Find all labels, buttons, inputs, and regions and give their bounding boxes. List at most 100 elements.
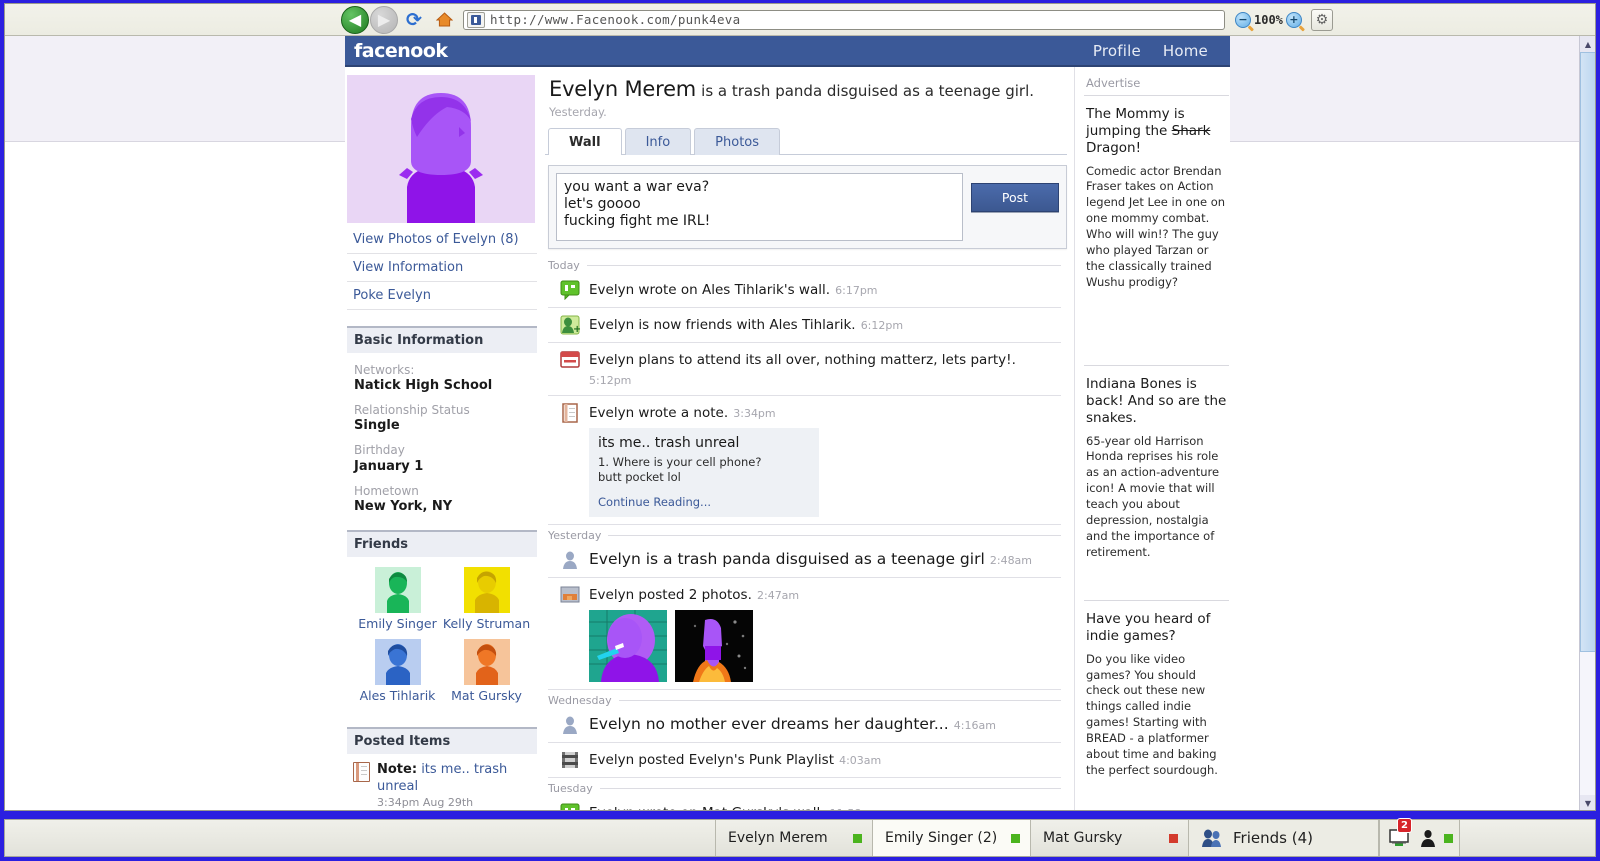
feed-story-body: Evelyn is now friends with Ales Tihlarik…	[589, 314, 1059, 334]
nav-link-profile[interactable]: Profile	[1093, 42, 1141, 60]
link-poke-evelyn[interactable]: Poke Evelyn	[347, 282, 537, 310]
notification-badge: 2	[1397, 818, 1412, 833]
ad-slot-2[interactable]: Indiana Bones is back! And so are the sn…	[1084, 366, 1229, 601]
avatar	[374, 566, 421, 613]
scroll-up-button[interactable]: ▲	[1580, 36, 1595, 52]
basic-information-box: Basic Information Networks: Natick High …	[347, 326, 537, 514]
reload-button[interactable]: ⟳	[401, 7, 427, 33]
note-icon	[560, 403, 580, 423]
tab-photos[interactable]: Photos	[694, 128, 781, 155]
feed-story[interactable]: Evelyn is a trash panda disguised as a t…	[548, 543, 1061, 578]
status-dot-icon	[1169, 833, 1178, 843]
tab-info[interactable]: Info	[624, 128, 692, 155]
story-link[interactable]: Mat Gursky	[702, 805, 778, 810]
friends-group-icon	[1202, 829, 1221, 847]
photo-thumbnail[interactable]	[675, 609, 753, 682]
story-link[interactable]: Evelyn's Punk Playlist	[689, 752, 834, 768]
taskbar-window-mat-gursky[interactable]: Mat Gursky	[1031, 820, 1189, 856]
advertise-label[interactable]: Advertise	[1084, 73, 1229, 96]
profile-status-line: Evelyn Merem is a trash panda disguised …	[545, 73, 1067, 127]
story-link[interactable]: its all over, nothing matterz, lets part…	[745, 352, 1011, 368]
taskbar-window-label: Mat Gursky	[1043, 830, 1123, 846]
profile-tabs: Wall Info Photos	[545, 127, 1067, 155]
back-arrow-icon: ◀	[348, 10, 362, 29]
feed-story-body: Evelyn wrote on Mat Gursky's wall. 11:58…	[589, 802, 1059, 810]
back-button[interactable]: ◀	[341, 5, 369, 34]
taskbar-friends-button[interactable]: Friends (4)	[1189, 820, 1379, 856]
taskbar-window-emily-singer[interactable]: Emily Singer (2)	[873, 820, 1031, 856]
story-text-post: 's wall.	[783, 282, 831, 298]
tab-wall[interactable]: Wall	[548, 128, 622, 155]
feed-note-story[interactable]: Evelyn wrote a note. 3:34pm its me.. tra…	[548, 396, 1061, 525]
note-title: its me.. trash unreal	[598, 434, 740, 451]
photo-thumbnail[interactable]	[589, 609, 667, 682]
profile-action-links: View Photos of Evelyn (8) View Informati…	[347, 226, 537, 310]
status-input[interactable]: you want a war eva? let's goooo fucking …	[556, 173, 963, 241]
person-icon	[1421, 830, 1435, 847]
address-bar[interactable]: http://www.Facenook.com/punk4eva	[463, 9, 1225, 30]
scrollbar-thumb[interactable]	[1580, 52, 1595, 652]
ad-slot-3[interactable]: Have you heard of indie games? Do you li…	[1084, 601, 1229, 779]
nav-link-home[interactable]: Home	[1163, 42, 1208, 60]
person-icon	[560, 715, 580, 735]
continue-reading-link[interactable]: Continue Reading...	[598, 495, 810, 509]
friend-kelly-struman[interactable]: Kelly Struman	[442, 566, 531, 631]
feed-story[interactable]: Evelyn wrote on Ales Tihlarik's wall. 6:…	[548, 273, 1061, 308]
posted-item[interactable]: Note: its me.. trash unreal 3:34pm Aug 2…	[353, 761, 530, 810]
note-line: butt pocket lol	[598, 470, 681, 485]
basic-information-heading: Basic Information	[347, 326, 537, 353]
feed-story[interactable]: Evelyn posted Evelyn's Punk Playlist 4:0…	[548, 743, 1061, 778]
friend-emily-singer[interactable]: Emily Singer	[353, 566, 442, 631]
feed-story-body: Evelyn wrote a note. 3:34pm its me.. tra…	[589, 402, 1059, 517]
feed-story[interactable]: Evelyn plans to attend its all over, not…	[548, 343, 1061, 396]
ad-slot-1[interactable]: The Mommy is jumping the Shark Dragon! C…	[1084, 96, 1229, 366]
photo-1-image	[589, 609, 667, 682]
story-time: 6:12pm	[860, 319, 904, 332]
posted-item-text: Note: its me.. trash unreal 3:34pm Aug 2…	[377, 762, 530, 810]
zoom-out-button[interactable]: −	[1235, 11, 1251, 28]
feed-story[interactable]: + Evelyn is now friends with Ales Tihlar…	[548, 308, 1061, 343]
friend-mat-gursky[interactable]: Mat Gursky	[442, 638, 531, 703]
story-link[interactable]: Ales Tihlarik	[702, 282, 784, 298]
settings-button[interactable]: ⚙	[1310, 8, 1333, 31]
story-text-pre: Evelyn wrote on	[589, 282, 702, 298]
feed-story-body: Evelyn posted 2 photos. 2:47am	[589, 584, 1059, 682]
story-text-pre: Evelyn wrote on	[589, 805, 702, 810]
person-avatar-icon	[463, 638, 510, 685]
feed-photos-story[interactable]: Evelyn posted 2 photos. 2:47am	[548, 578, 1061, 690]
taskbar-window-label: Evelyn Merem	[728, 830, 828, 846]
photo-icon	[560, 585, 580, 605]
friend-ales-tihlarik[interactable]: Ales Tihlarik	[353, 638, 442, 703]
vertical-scrollbar[interactable]: ▲ ▼	[1579, 36, 1595, 810]
messages-tray-icon[interactable]: 2	[1386, 818, 1412, 851]
forward-button[interactable]: ▶	[370, 5, 398, 34]
feed-story[interactable]: Evelyn no mother ever dreams her daughte…	[548, 708, 1061, 743]
post-button[interactable]: Post	[971, 183, 1059, 212]
story-time: 4:03am	[839, 753, 882, 767]
site-logo[interactable]: facenook	[351, 40, 448, 62]
link-view-photos[interactable]: View Photos of Evelyn (8)	[347, 226, 537, 254]
page-viewport: facenook Profile Home View Photos of Eve…	[5, 36, 1581, 810]
home-button[interactable]	[431, 7, 457, 33]
system-tray: 2	[1379, 818, 1460, 856]
story-time: 2:48am	[989, 553, 1033, 567]
wall-feed: Today Evelyn wrote on Ales Tihlarik's wa…	[545, 249, 1067, 810]
feed-story[interactable]: Evelyn wrote on Mat Gursky's wall. 11:58…	[548, 796, 1061, 810]
info-label-networks: Networks:	[354, 363, 415, 377]
story-text-post: .	[851, 317, 856, 333]
zoom-controls: − 100% +	[1235, 11, 1302, 28]
note-preview-card[interactable]: its me.. trash unreal 1. Where is your c…	[589, 427, 819, 517]
scroll-down-button[interactable]: ▼	[1580, 795, 1595, 810]
story-link[interactable]: Ales Tihlarik	[769, 317, 851, 333]
friend-name: Emily Singer	[358, 615, 437, 631]
posted-item-time: 3:34pm Aug 29th	[377, 795, 474, 809]
ad-title: Have you heard of indie games?	[1086, 611, 1211, 644]
link-view-information[interactable]: View Information	[347, 254, 537, 282]
zoom-in-button[interactable]: +	[1285, 11, 1302, 28]
profile-photo[interactable]	[347, 75, 535, 223]
story-time: 11:58pm	[830, 807, 879, 810]
online-status-tray-icon[interactable]	[1415, 825, 1441, 851]
home-icon	[435, 12, 453, 27]
taskbar-window-evelyn-merem[interactable]: Evelyn Merem	[715, 820, 873, 856]
ad-title-before: The Mommy is jumping the	[1086, 106, 1185, 139]
